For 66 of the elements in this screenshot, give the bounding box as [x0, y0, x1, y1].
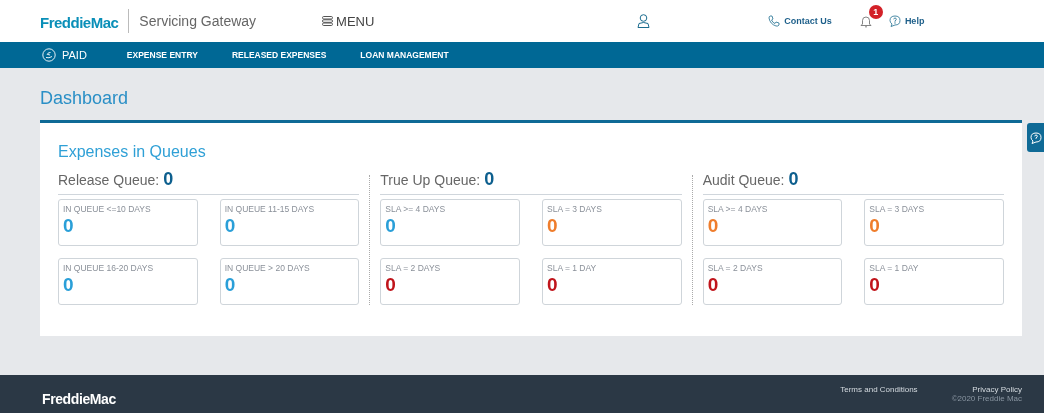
tile-count: 0 — [869, 274, 880, 296]
queue-count: 0 — [484, 169, 495, 190]
paid-logo-icon — [42, 48, 56, 62]
tile-label: SLA = 2 DAYS — [385, 263, 441, 273]
queue-title: Audit Queue: — [702, 172, 785, 188]
queue-tile[interactable]: SLA = 1 DAY 0 — [542, 258, 682, 305]
queue-tile[interactable]: SLA = 3 DAYS 0 — [864, 199, 1004, 246]
tile-count: 0 — [63, 215, 74, 237]
tile-label: SLA = 3 DAYS — [547, 204, 602, 214]
nav-tab[interactable]: RELEASED EXPENSES — [231, 42, 361, 68]
footer-logo: FreddieMac — [42, 391, 116, 407]
queue-tile[interactable]: SLA = 2 DAYS 0 — [702, 258, 843, 305]
queue-title: Release Queue: — [58, 172, 160, 188]
tile-count: 0 — [547, 215, 558, 237]
tile-label: SLA = 2 DAYS — [707, 263, 763, 273]
tile-count: 0 — [707, 215, 719, 237]
tile-count: 0 — [707, 274, 719, 296]
app-title: Servicing Gateway — [139, 13, 257, 29]
tile-count: 0 — [869, 215, 880, 237]
menu-icon — [322, 16, 334, 26]
contact-us-link[interactable]: Contact Us — [768, 15, 832, 27]
help-icon — [1029, 131, 1042, 144]
tile-label: SLA = 1 DAY — [869, 263, 919, 273]
bell-icon[interactable] — [859, 14, 872, 28]
nav-tab[interactable]: EXPENSE ENTRY — [126, 42, 232, 68]
tile-label: SLA >= 4 DAYS — [385, 204, 446, 214]
queue-tile[interactable]: IN QUEUE <=10 DAYS 0 — [58, 199, 198, 246]
queue-count: 0 — [163, 169, 174, 190]
queue-tile[interactable]: SLA = 3 DAYS 0 — [542, 199, 682, 246]
paid-brand[interactable]: PAID — [62, 49, 87, 61]
tile-count: 0 — [224, 274, 236, 296]
phone-icon — [768, 15, 781, 27]
tile-label: IN QUEUE > 20 DAYS — [224, 263, 310, 273]
help-icon — [888, 15, 901, 27]
tile-label: IN QUEUE 16-20 DAYS — [63, 263, 154, 273]
tile-label: SLA = 3 DAYS — [869, 204, 925, 214]
copyright-text: ©2020 Freddie Mac — [951, 394, 1022, 403]
tile-count: 0 — [224, 215, 236, 237]
tile-label: SLA >= 4 DAYS — [707, 204, 768, 214]
nav-tab[interactable]: LOAN MANAGEMENT — [360, 42, 483, 68]
privacy-link[interactable]: Privacy Policy — [972, 385, 1022, 394]
tile-label: IN QUEUE <=10 DAYS — [63, 204, 151, 214]
tile-count: 0 — [385, 274, 396, 296]
queue-tile[interactable]: IN QUEUE 11-15 DAYS 0 — [219, 199, 360, 246]
queue-tile[interactable]: SLA = 2 DAYS 0 — [380, 258, 520, 305]
queue-tile[interactable]: IN QUEUE 16-20 DAYS 0 — [58, 258, 198, 305]
freddie-mac-logo[interactable]: FreddieMac — [40, 11, 119, 31]
queue-tile[interactable]: SLA = 1 DAY 0 — [864, 258, 1004, 305]
tile-count: 0 — [385, 215, 396, 237]
tile-count: 0 — [547, 274, 558, 296]
terms-link[interactable]: Terms and Conditions — [840, 385, 918, 394]
queue-tile[interactable]: IN QUEUE > 20 DAYS 0 — [219, 258, 360, 305]
queue-tile[interactable]: SLA >= 4 DAYS 0 — [702, 199, 843, 246]
tile-count: 0 — [63, 274, 74, 296]
page-title: Dashboard — [40, 88, 130, 110]
help-tab[interactable] — [1027, 123, 1044, 152]
card-title: Expenses in Queues — [58, 143, 207, 161]
tile-label: SLA = 1 DAY — [547, 263, 597, 273]
menu-button[interactable]: MENU — [322, 13, 375, 29]
help-link[interactable]: Help — [888, 15, 925, 27]
notification-badge: 1 — [868, 4, 883, 19]
user-icon[interactable] — [637, 14, 651, 28]
queue-title: True Up Queue: — [380, 172, 481, 188]
queue-tile[interactable]: SLA >= 4 DAYS 0 — [380, 199, 520, 246]
tile-label: IN QUEUE 11-15 DAYS — [224, 204, 315, 214]
queue-count: 0 — [788, 169, 799, 190]
